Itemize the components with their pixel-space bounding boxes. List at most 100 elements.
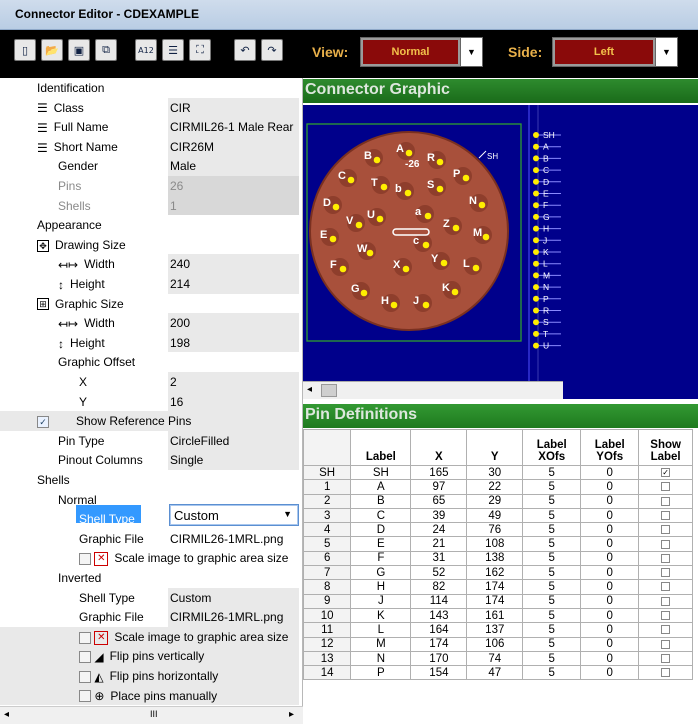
- table-row[interactable]: 5 E 21 108 5 0: [303, 536, 693, 552]
- pin-list-dot[interactable]: [533, 190, 539, 197]
- cell-y[interactable]: 74: [466, 650, 524, 667]
- prop-full-name[interactable]: ☰ Full Name CIRMIL26-1 Male Rear: [0, 117, 302, 137]
- cell-show-label[interactable]: [638, 565, 693, 581]
- pin-list-dot[interactable]: [533, 237, 539, 244]
- shell-type-dropdown[interactable]: Custom ▼: [169, 504, 299, 526]
- cell-x[interactable]: 39: [410, 507, 468, 524]
- column-header[interactable]: Show Label: [638, 429, 693, 466]
- cell-label[interactable]: H: [350, 579, 412, 595]
- category-shells[interactable]: Shells: [0, 470, 302, 490]
- pin-list-dot[interactable]: [533, 202, 539, 209]
- scroll-left-icon[interactable]: ◂: [4, 709, 9, 720]
- cell-yo[interactable]: 0: [580, 565, 640, 581]
- prop-place-manually[interactable]: ⊕ Place pins manually: [0, 686, 302, 706]
- cell-yo[interactable]: 0: [580, 550, 640, 567]
- show-label-checkbox[interactable]: [661, 582, 671, 592]
- cell-yo[interactable]: 0: [580, 479, 640, 495]
- pin-dot[interactable]: [452, 224, 460, 232]
- scale-image-checkbox[interactable]: [79, 553, 91, 566]
- open-icon[interactable]: 📂: [41, 39, 63, 61]
- cell-label[interactable]: C: [350, 507, 412, 524]
- fit-icon[interactable]: ⛶: [189, 39, 211, 61]
- row-header[interactable]: 8: [303, 579, 352, 595]
- table-row[interactable]: SH SH 165 30 5 0 ✓: [303, 464, 693, 481]
- expand-icon[interactable]: ✥: [37, 239, 49, 252]
- table-row[interactable]: 9 J 114 174 5 0: [303, 593, 693, 609]
- cell-yo[interactable]: 0: [580, 493, 640, 509]
- new-icon[interactable]: ▯: [14, 39, 36, 61]
- cell-x[interactable]: 21: [410, 536, 468, 552]
- category-identification[interactable]: Identification: [0, 78, 302, 98]
- column-header[interactable]: Label XOfs: [522, 429, 582, 466]
- row-header[interactable]: SH: [303, 464, 352, 481]
- pin-list-dot[interactable]: [533, 167, 539, 174]
- pin-dot[interactable]: [373, 156, 381, 164]
- cell-yo[interactable]: 0: [580, 607, 640, 624]
- row-header[interactable]: 5: [303, 536, 352, 552]
- flip-vertical-checkbox[interactable]: [79, 651, 91, 664]
- table-row[interactable]: 12 M 174 106 5 0: [303, 636, 693, 652]
- cell-y[interactable]: 76: [466, 522, 524, 538]
- pin-dot[interactable]: [472, 264, 480, 272]
- cell-yo[interactable]: 0: [580, 650, 640, 667]
- table-row[interactable]: 1 A 97 22 5 0: [303, 479, 693, 495]
- pin-dot[interactable]: [329, 235, 337, 243]
- cell-show-label[interactable]: [638, 493, 693, 509]
- pin-list-dot[interactable]: [533, 260, 539, 267]
- cell-show-label[interactable]: [638, 479, 693, 495]
- save-icon[interactable]: ▣: [68, 39, 90, 61]
- pin-list-dot[interactable]: [533, 249, 539, 255]
- cell-label[interactable]: D: [350, 522, 412, 538]
- cell-show-label[interactable]: ✓: [638, 464, 693, 481]
- pin-list-dot[interactable]: [533, 295, 539, 302]
- copy-icon[interactable]: ⧉: [95, 39, 117, 61]
- cell-xo[interactable]: 5: [522, 550, 582, 567]
- flip-horizontal-checkbox[interactable]: [79, 670, 91, 683]
- cell-show-label[interactable]: [638, 507, 693, 524]
- prop-class[interactable]: ☰ Class CIR: [0, 98, 302, 118]
- pin-list-dot[interactable]: [533, 319, 539, 326]
- pin-list-dot[interactable]: [533, 307, 539, 314]
- table-row[interactable]: 3 C 39 49 5 0: [303, 507, 693, 524]
- cell-show-label[interactable]: [638, 622, 693, 638]
- prop-flip-vertical[interactable]: ◢ Flip pins vertically: [0, 646, 302, 666]
- cell-show-label[interactable]: [638, 536, 693, 552]
- cell-xo[interactable]: 5: [522, 565, 582, 581]
- cell-label[interactable]: L: [350, 622, 412, 638]
- cell-yo[interactable]: 0: [580, 579, 640, 595]
- prop-gender[interactable]: Gender Male: [0, 156, 302, 176]
- cell-xo[interactable]: 5: [522, 593, 582, 609]
- pin-dot[interactable]: [422, 241, 430, 249]
- row-header[interactable]: 10: [303, 607, 352, 624]
- table-row[interactable]: 11 L 164 137 5 0: [303, 622, 693, 638]
- prop-show-reference-pins[interactable]: ✓ Show Reference Pins: [0, 411, 302, 431]
- pin-list-dot[interactable]: [533, 225, 539, 232]
- pin-list-dot[interactable]: [533, 155, 539, 162]
- cell-yo[interactable]: 0: [580, 636, 640, 652]
- column-header[interactable]: Label: [350, 429, 412, 466]
- row-header[interactable]: 9: [303, 593, 352, 609]
- table-row[interactable]: 4 D 24 76 5 0: [303, 522, 693, 538]
- cell-yo[interactable]: 0: [580, 507, 640, 524]
- pin-dot[interactable]: [376, 215, 384, 223]
- show-label-checkbox[interactable]: [661, 553, 671, 563]
- row-header[interactable]: 12: [303, 636, 352, 652]
- table-row[interactable]: 8 H 82 174 5 0: [303, 579, 693, 595]
- pin-dot[interactable]: [404, 189, 412, 197]
- prop-inverted-graphic-file[interactable]: Graphic File CIRMIL26-1MRL.png: [0, 607, 302, 627]
- pin-dot[interactable]: [347, 176, 355, 184]
- pin-dot[interactable]: [405, 149, 413, 157]
- table-row[interactable]: 13 N 170 74 5 0: [303, 650, 693, 667]
- cell-show-label[interactable]: [638, 550, 693, 567]
- cell-y[interactable]: 29: [466, 493, 524, 509]
- pin-dot[interactable]: [436, 185, 444, 193]
- pin-list-dot[interactable]: [533, 213, 539, 220]
- table-row[interactable]: 6 F 31 138 5 0: [303, 550, 693, 567]
- cell-y[interactable]: 106: [466, 636, 524, 652]
- cell-xo[interactable]: 5: [522, 579, 582, 595]
- cell-x[interactable]: 65: [410, 493, 468, 509]
- prop-graphic-size[interactable]: ⊞ Graphic Size: [0, 294, 302, 314]
- inverted-scale-checkbox[interactable]: [79, 631, 91, 644]
- scroll-left-icon[interactable]: ◂: [307, 384, 312, 395]
- cell-show-label[interactable]: [638, 636, 693, 652]
